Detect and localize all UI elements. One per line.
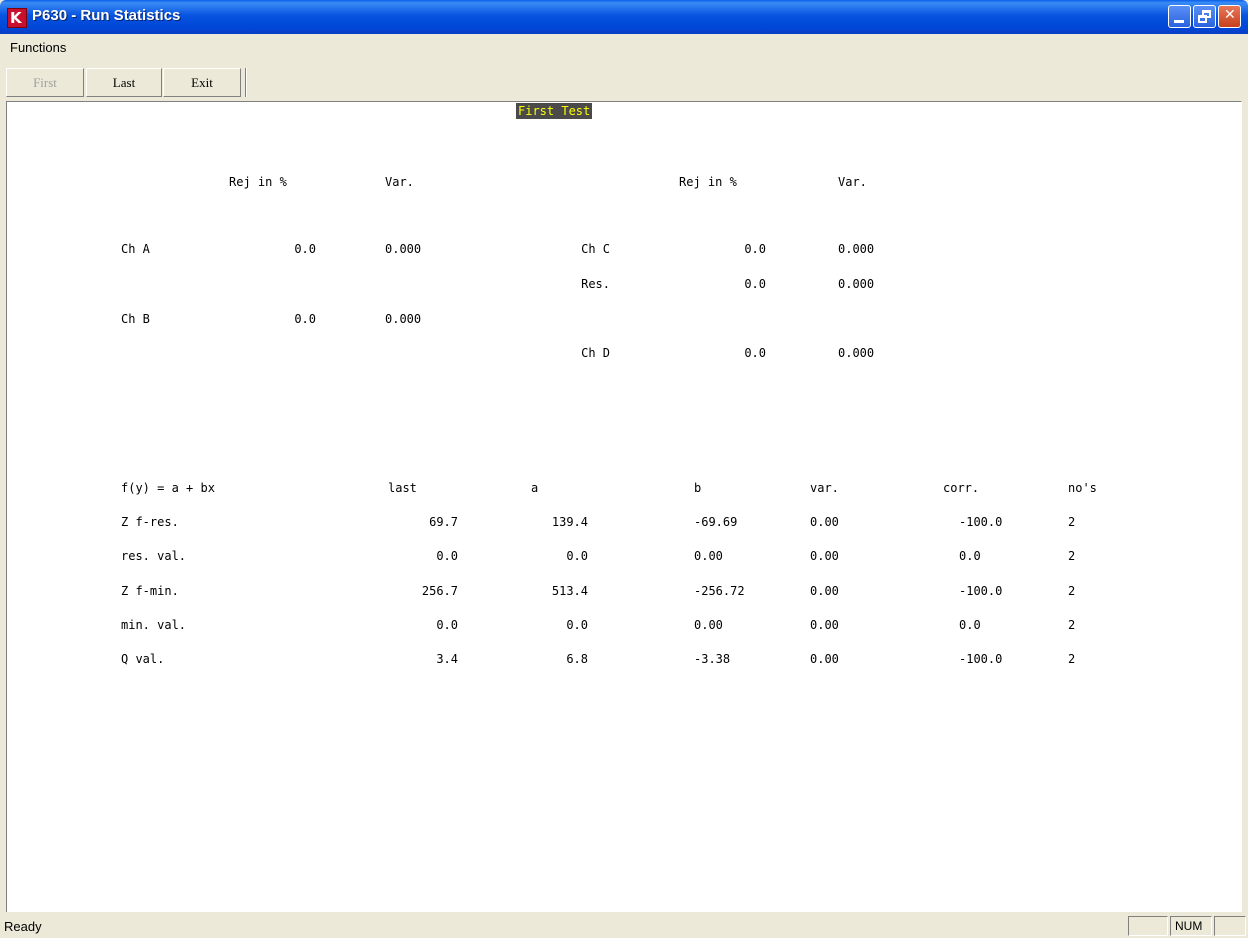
- first-button[interactable]: First: [6, 68, 84, 97]
- reg-row-last: 256.7: [421, 584, 458, 598]
- reg-row-a: 6.8: [566, 652, 588, 666]
- reg-row-b: -69.69: [694, 515, 738, 529]
- last-button[interactable]: Last: [86, 68, 162, 97]
- menu-functions[interactable]: Functions: [10, 40, 66, 55]
- reg-row-corr: -100.0: [959, 652, 1003, 666]
- left-var-header: Var.: [385, 175, 414, 189]
- reg-row-var: 0.00: [810, 652, 839, 666]
- reg-row-label: min. val.: [121, 618, 187, 632]
- app-icon: K: [7, 8, 27, 28]
- ch-b-rej: 0.0: [294, 312, 316, 326]
- ch-d-rej: 0.0: [744, 346, 766, 360]
- reg-row-last: 0.0: [436, 549, 458, 563]
- ch-b-label: Ch B: [121, 312, 150, 326]
- menu-bar: Functions: [0, 34, 1248, 64]
- reg-row-a: 0.0: [566, 549, 588, 563]
- status-pane-num: NUM: [1170, 916, 1212, 936]
- restore-button[interactable]: [1193, 5, 1216, 28]
- status-bar: Ready NUM: [0, 912, 1248, 938]
- close-icon: ✕: [1224, 7, 1236, 23]
- reg-row-label: Z f-min.: [121, 584, 179, 598]
- res-rej: 0.0: [744, 277, 766, 291]
- reg-row-corr: 0.0: [959, 618, 981, 632]
- reg-row-b: 0.00: [694, 549, 723, 563]
- right-var-header: Var.: [838, 175, 867, 189]
- minimize-icon: [1174, 20, 1184, 23]
- reg-row-nos: 2: [1068, 652, 1076, 666]
- reg-row-var: 0.00: [810, 549, 839, 563]
- status-text: Ready: [4, 919, 42, 934]
- reg-header-a: a: [531, 481, 539, 495]
- reg-row-corr: -100.0: [959, 584, 1003, 598]
- reg-row-nos: 2: [1068, 618, 1076, 632]
- reg-row-b: -256.72: [694, 584, 745, 598]
- reg-row-a: 513.4: [551, 584, 588, 598]
- res-label: Res.: [581, 277, 610, 291]
- ch-a-rej: 0.0: [294, 242, 316, 256]
- ch-b-var: 0.000: [385, 312, 422, 326]
- reg-row-b: -3.38: [694, 652, 731, 666]
- ch-a-label: Ch A: [121, 242, 150, 256]
- reg-header-last: last: [388, 481, 417, 495]
- reg-row-nos: 2: [1068, 549, 1076, 563]
- title-bar[interactable]: K P630 - Run Statistics ✕: [0, 0, 1248, 34]
- reg-row-label: Z f-res.: [121, 515, 179, 529]
- toolbar-separator: [245, 68, 247, 97]
- reg-row-a: 0.0: [566, 618, 588, 632]
- right-rej-header: Rej in %: [679, 175, 737, 189]
- res-var: 0.000: [838, 277, 875, 291]
- reg-row-var: 0.00: [810, 584, 839, 598]
- status-pane-caps: [1128, 916, 1168, 936]
- reg-row-nos: 2: [1068, 584, 1076, 598]
- ch-d-label: Ch D: [581, 346, 610, 360]
- close-button[interactable]: ✕: [1218, 5, 1241, 28]
- ch-c-rej: 0.0: [744, 242, 766, 256]
- reg-row-corr: -100.0: [959, 515, 1003, 529]
- ch-c-var: 0.000: [838, 242, 875, 256]
- reg-header-b: b: [694, 481, 702, 495]
- reg-row-last: 0.0: [436, 618, 458, 632]
- minimize-button[interactable]: [1168, 5, 1191, 28]
- status-pane-scroll: [1214, 916, 1246, 936]
- window-title: P630 - Run Statistics: [32, 7, 181, 24]
- left-rej-header: Rej in %: [229, 175, 287, 189]
- reg-row-label: Q val.: [121, 652, 165, 666]
- reg-header-corr: corr.: [943, 481, 980, 495]
- reg-header-formula: f(y) = a + bx: [121, 481, 215, 495]
- reg-row-b: 0.00: [694, 618, 723, 632]
- reg-row-var: 0.00: [810, 515, 839, 529]
- reg-row-corr: 0.0: [959, 549, 981, 563]
- exit-button[interactable]: Exit: [163, 68, 241, 97]
- reg-row-nos: 2: [1068, 515, 1076, 529]
- reg-row-a: 139.4: [551, 515, 588, 529]
- reg-header-var: var.: [810, 481, 839, 495]
- ch-c-label: Ch C: [581, 242, 610, 256]
- reg-row-last: 69.7: [429, 515, 458, 529]
- toolbar: First Last Exit: [0, 64, 1248, 102]
- reg-row-var: 0.00: [810, 618, 839, 632]
- test-banner: First Test: [516, 103, 593, 119]
- ch-a-var: 0.000: [385, 242, 422, 256]
- reg-row-last: 3.4: [436, 652, 458, 666]
- reg-row-label: res. val.: [121, 549, 187, 563]
- reg-header-nos: no's: [1068, 481, 1097, 495]
- statistics-panel: [6, 101, 1242, 913]
- ch-d-var: 0.000: [838, 346, 875, 360]
